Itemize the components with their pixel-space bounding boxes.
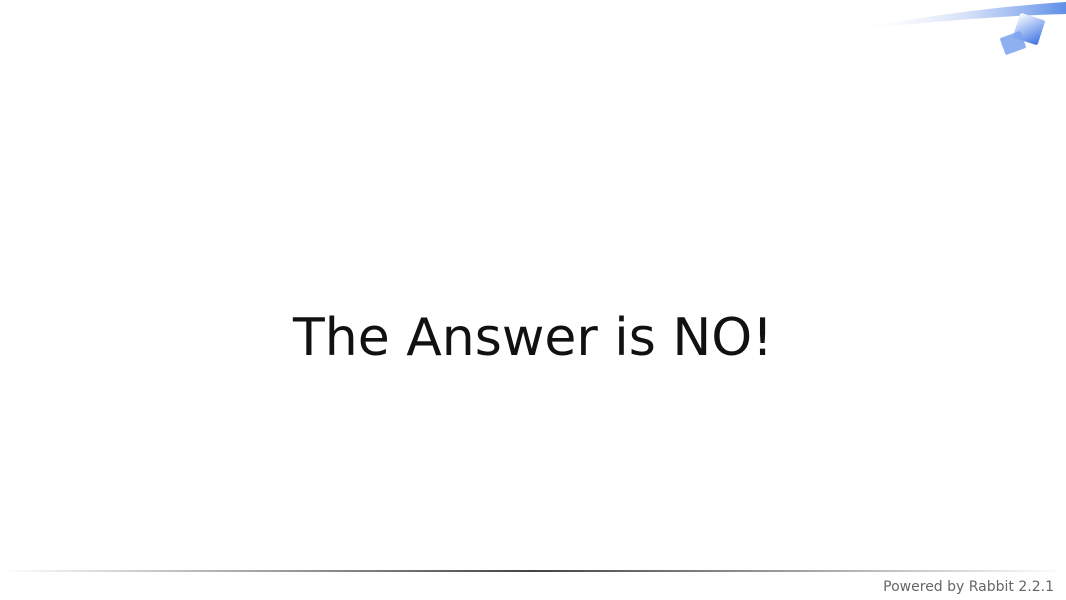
footer-divider <box>0 570 1066 572</box>
slide: The Answer is NO! Powered by Rabbit 2.2.… <box>0 0 1066 600</box>
corner-decoration <box>846 2 1066 55</box>
slide-title: The Answer is NO! <box>292 308 774 368</box>
diamond-icon <box>1000 13 1045 55</box>
footer-credit: Powered by Rabbit 2.2.1 <box>883 579 1054 595</box>
